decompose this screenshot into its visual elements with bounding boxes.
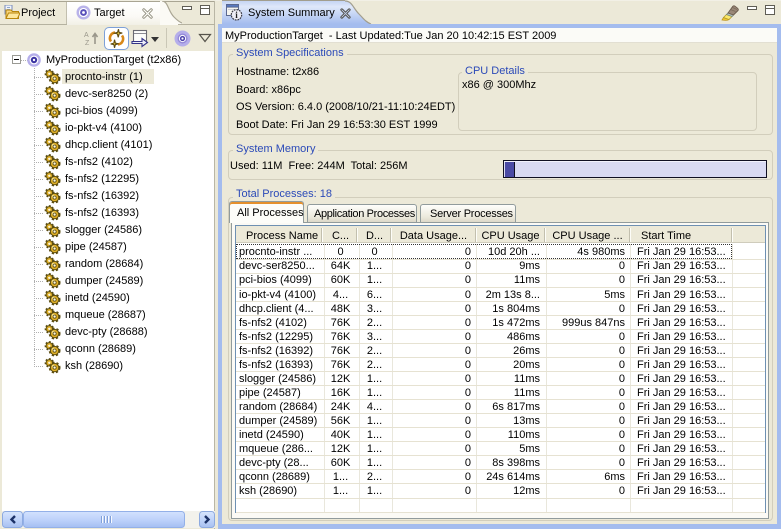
svg-text:Z: Z — [85, 40, 90, 46]
svg-text:A: A — [84, 32, 89, 39]
